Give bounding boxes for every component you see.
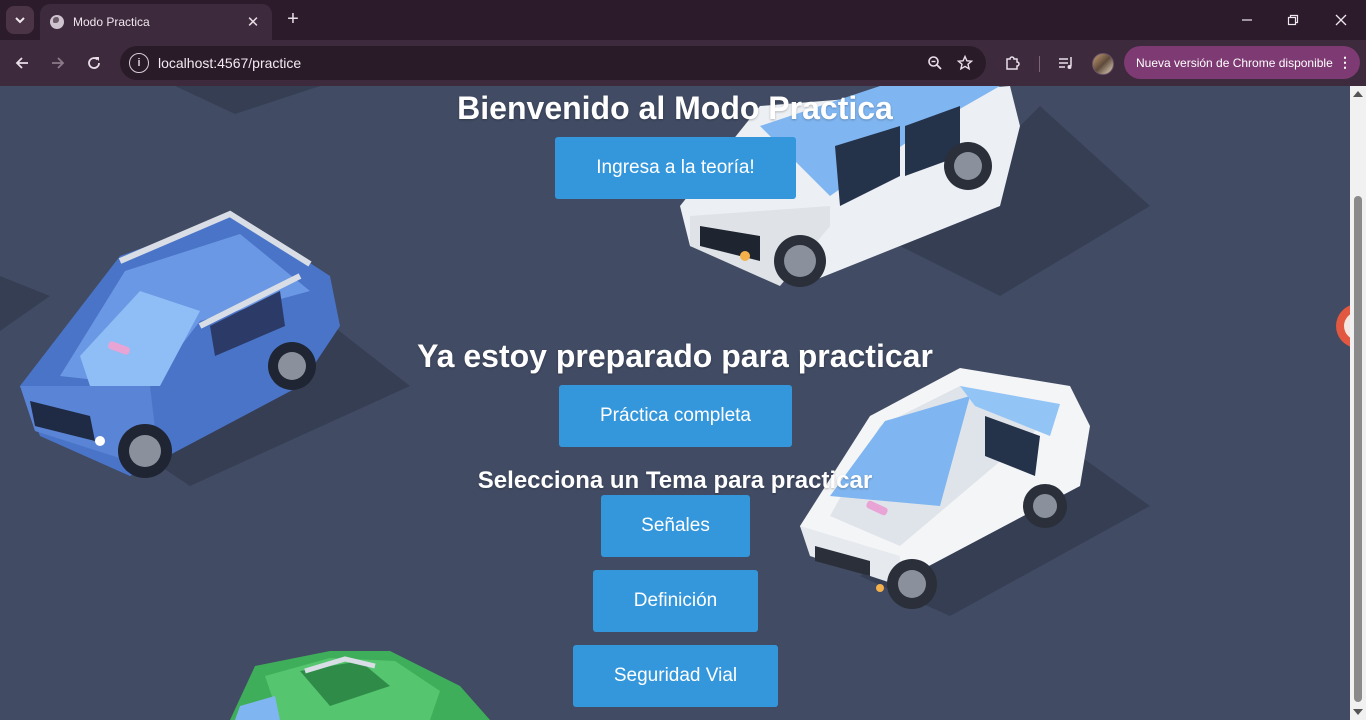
welcome-title: Bienvenido al Modo Practica bbox=[457, 90, 893, 126]
minimize-button[interactable] bbox=[1224, 0, 1270, 40]
arrow-left-icon bbox=[15, 57, 28, 69]
page-scrollbar[interactable] bbox=[1350, 86, 1366, 720]
tab-title: Modo Practica bbox=[73, 15, 150, 29]
tab-strip: Modo Practica ✕ + bbox=[0, 0, 1366, 40]
restore-icon bbox=[1287, 14, 1299, 26]
toolbar-divider bbox=[1039, 56, 1040, 72]
star-icon[interactable] bbox=[950, 48, 980, 78]
new-tab-button[interactable]: + bbox=[282, 8, 304, 30]
full-practice-button[interactable]: Práctica completa bbox=[559, 385, 792, 447]
scroll-thumb[interactable] bbox=[1354, 196, 1362, 702]
arrow-right-icon bbox=[52, 57, 65, 69]
scroll-up-arrow-icon[interactable] bbox=[1353, 91, 1363, 97]
window-controls bbox=[1224, 0, 1366, 40]
address-bar[interactable]: i localhost:4567/practice bbox=[120, 46, 986, 80]
select-topic-title: Selecciona un Tema para practicar bbox=[477, 467, 873, 494]
topic-signals-button[interactable]: Señales bbox=[601, 495, 750, 557]
site-info-icon[interactable]: i bbox=[129, 53, 149, 73]
media-queue-icon[interactable] bbox=[1053, 50, 1079, 76]
zoom-icon[interactable] bbox=[920, 48, 950, 78]
close-window-button[interactable] bbox=[1316, 0, 1366, 40]
reload-icon bbox=[88, 57, 100, 69]
topic-road-safety-button[interactable]: Seguridad Vial bbox=[573, 645, 778, 707]
globe-icon bbox=[50, 15, 64, 29]
topic-definition-button[interactable]: Definición bbox=[593, 570, 758, 632]
profile-avatar[interactable] bbox=[1092, 53, 1114, 75]
scroll-down-arrow-icon[interactable] bbox=[1353, 709, 1363, 715]
green-car-illustration bbox=[230, 651, 490, 720]
theory-button[interactable]: Ingresa a la teoría! bbox=[555, 137, 796, 199]
update-label: Nueva versión de Chrome disponible bbox=[1136, 55, 1333, 70]
forward-button[interactable] bbox=[45, 50, 71, 76]
puzzle-icon[interactable] bbox=[999, 50, 1025, 76]
active-tab[interactable]: Modo Practica ✕ bbox=[40, 4, 272, 40]
minimize-icon bbox=[1242, 19, 1252, 21]
kebab-menu-icon[interactable]: ⋮ bbox=[1338, 54, 1352, 71]
restore-button[interactable] bbox=[1270, 0, 1316, 40]
tab-close-icon[interactable]: ✕ bbox=[244, 13, 262, 31]
reload-button[interactable] bbox=[81, 50, 107, 76]
page-viewport: Bienvenido al Modo Practica Ingresa a la… bbox=[0, 86, 1350, 720]
back-button[interactable] bbox=[9, 50, 35, 76]
ready-title: Ya estoy preparado para practicar bbox=[417, 338, 933, 374]
chrome-update-button[interactable]: Nueva versión de Chrome disponible ⋮ bbox=[1124, 46, 1360, 79]
tab-search-button[interactable] bbox=[6, 6, 34, 34]
chevron-down-icon bbox=[15, 17, 25, 24]
close-icon bbox=[1335, 14, 1347, 26]
car-shadow bbox=[0, 276, 50, 331]
url-text[interactable]: localhost:4567/practice bbox=[158, 55, 920, 71]
